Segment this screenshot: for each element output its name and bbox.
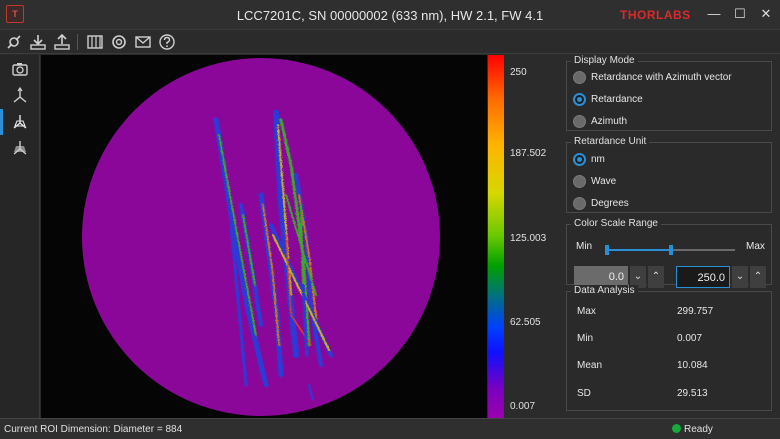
color-scale-range-panel: Color Scale Range Min Max 0.0 ⌄ ⌃ 250.0 … bbox=[566, 218, 772, 288]
option-label: Azimuth bbox=[591, 116, 628, 127]
title-bar: T LCC7201C, SN 00000002 (633 nm), HW 2.1… bbox=[0, 0, 780, 30]
stat-label: SD bbox=[577, 388, 591, 399]
retardance-unit-title: Retardance Unit bbox=[571, 136, 650, 147]
stat-value: 29.513 bbox=[677, 388, 708, 399]
colorbar-tick-4: 62.505 bbox=[510, 317, 541, 328]
max-increment-button[interactable]: ⌃ bbox=[749, 266, 766, 288]
option-label: Retardance with Azimuth vector bbox=[591, 72, 732, 83]
range-slider[interactable] bbox=[605, 245, 735, 255]
axes-selected-icon[interactable] bbox=[0, 109, 36, 135]
colorbar-tick-3: 125.003 bbox=[510, 233, 547, 244]
color-scale-title: Color Scale Range bbox=[571, 218, 661, 229]
brand-logo: THORLABS bbox=[620, 8, 691, 22]
max-decrement-button[interactable]: ⌄ bbox=[731, 266, 748, 288]
stat-label: Mean bbox=[577, 360, 603, 371]
max-value-spinbox: 250.0 ⌄ ⌃ bbox=[676, 266, 768, 288]
view-sidebar bbox=[0, 55, 40, 418]
color-scale-bar bbox=[488, 55, 504, 418]
stat-value: 0.007 bbox=[677, 333, 703, 344]
download-icon[interactable] bbox=[29, 33, 47, 51]
grid-icon[interactable] bbox=[86, 33, 104, 51]
option-label: Wave bbox=[591, 176, 617, 187]
min-label: Min bbox=[576, 241, 593, 252]
max-value-field[interactable]: 250.0 bbox=[676, 266, 730, 288]
display-mode-title: Display Mode bbox=[571, 55, 638, 66]
range-slider-max-handle[interactable] bbox=[669, 245, 673, 255]
option-label: Degrees bbox=[591, 198, 629, 209]
axes-icon[interactable] bbox=[4, 83, 36, 109]
refresh-icon[interactable] bbox=[110, 33, 128, 51]
display-mode-panel: Display Mode Retardance with Azimuth vec… bbox=[566, 55, 772, 131]
help-icon[interactable] bbox=[158, 33, 176, 51]
colorbar-tick-min: 0.007 bbox=[510, 401, 536, 412]
stat-row-mean: Mean 10.084 bbox=[577, 360, 757, 371]
colorbar-tick-max: 250 bbox=[510, 67, 527, 78]
data-analysis-title: Data Analysis bbox=[571, 285, 638, 296]
radio-button[interactable] bbox=[573, 115, 586, 128]
range-slider-min-handle[interactable] bbox=[605, 245, 609, 255]
radio-button-selected[interactable] bbox=[573, 153, 586, 166]
close-button[interactable]: ✕ bbox=[758, 6, 774, 22]
mail-icon[interactable] bbox=[134, 33, 152, 51]
data-analysis-panel: Data Analysis Max 299.757 Min 0.007 Mean… bbox=[566, 285, 772, 411]
upload-icon[interactable] bbox=[53, 33, 71, 51]
axes-multi-icon[interactable] bbox=[4, 135, 36, 161]
colorbar-tick-2: 187.502 bbox=[510, 148, 547, 159]
radio-button[interactable] bbox=[573, 197, 586, 210]
max-label: Max bbox=[746, 241, 765, 252]
stat-row-min: Min 0.007 bbox=[577, 333, 757, 344]
maximize-button[interactable]: ☐ bbox=[732, 6, 748, 22]
retardance-image-canvas[interactable] bbox=[41, 55, 487, 418]
radio-button-selected[interactable] bbox=[573, 93, 586, 106]
stat-row-sd: SD 29.513 bbox=[577, 388, 757, 399]
option-label: nm bbox=[591, 154, 605, 165]
roi-dimension-status: Current ROI Dimension: Diameter = 884 bbox=[4, 424, 183, 435]
option-label: Retardance bbox=[591, 94, 643, 105]
camera-icon[interactable] bbox=[4, 57, 36, 83]
retardance-unit-panel: Retardance Unit nm Wave Degrees bbox=[566, 136, 772, 213]
stat-label: Min bbox=[577, 333, 594, 344]
min-increment-button[interactable]: ⌃ bbox=[647, 266, 664, 288]
ready-indicator-icon bbox=[672, 424, 681, 433]
range-slider-fill bbox=[607, 249, 671, 251]
stat-row-max: Max 299.757 bbox=[577, 306, 757, 317]
toolbar bbox=[0, 30, 780, 54]
minimize-button[interactable]: — bbox=[706, 6, 722, 22]
stat-label: Max bbox=[577, 306, 596, 317]
toolbar-separator bbox=[77, 34, 78, 50]
radio-button[interactable] bbox=[573, 71, 586, 84]
retardance-image bbox=[82, 58, 440, 416]
settings-icon[interactable] bbox=[5, 33, 23, 51]
radio-button[interactable] bbox=[573, 175, 586, 188]
status-bar: Current ROI Dimension: Diameter = 884 Re… bbox=[0, 418, 780, 439]
stat-value: 10.084 bbox=[677, 360, 708, 371]
ready-status: Ready bbox=[684, 424, 713, 435]
stat-value: 299.757 bbox=[677, 306, 714, 317]
